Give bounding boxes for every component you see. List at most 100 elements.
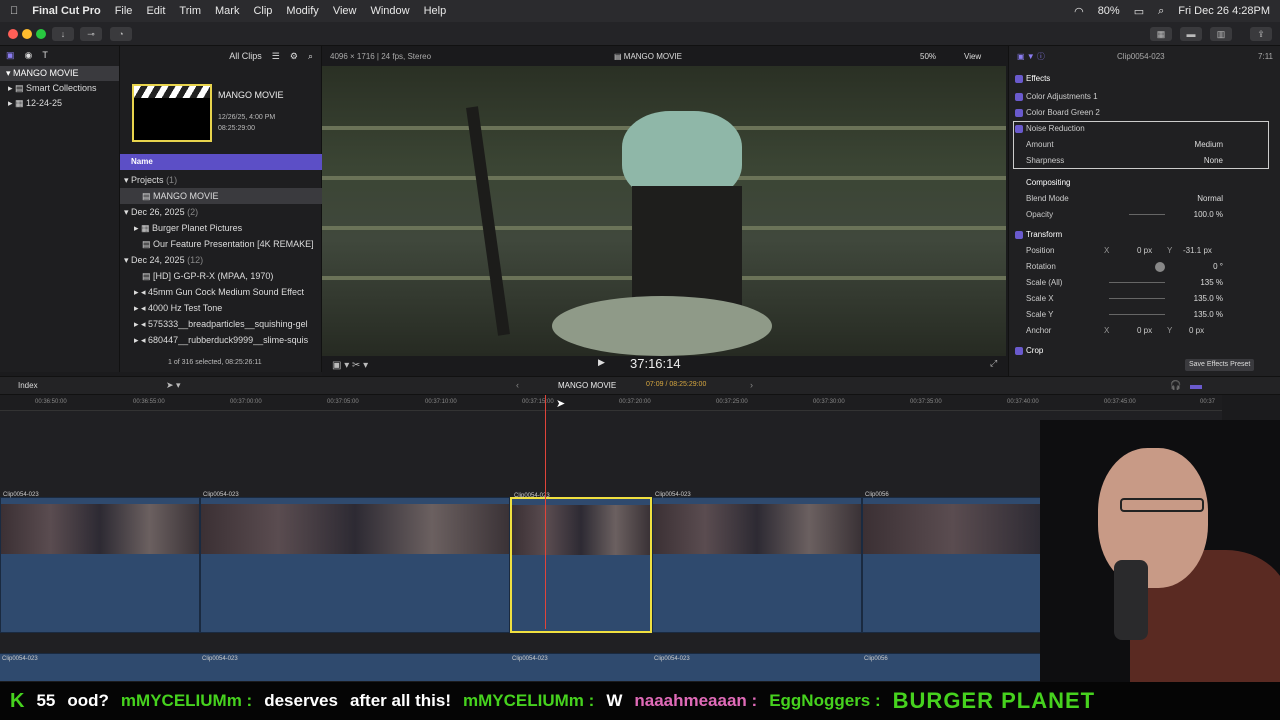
name-column-header[interactable]: Name <box>120 154 322 170</box>
group-projects[interactable]: ▾ Projects (1) <box>120 172 322 188</box>
scale-x-slider[interactable] <box>1109 298 1165 299</box>
audio-clip[interactable]: Clip0054-023 <box>200 653 510 681</box>
checkbox[interactable] <box>1015 347 1023 355</box>
checkbox[interactable] <box>1015 125 1023 133</box>
menu-modify[interactable]: Modify <box>286 5 318 17</box>
timecode-display[interactable]: 37:16:14 <box>630 356 681 371</box>
timeline-clip-selected[interactable]: Clip0054-023 <box>510 493 652 633</box>
effect-noise-reduction[interactable]: Noise Reduction <box>1009 121 1280 137</box>
effect-color-board[interactable]: Color Board Green 2 <box>1009 105 1280 121</box>
scale-all-value[interactable]: 135 % <box>1200 275 1223 291</box>
rotation-value[interactable]: 0 ° <box>1213 259 1223 275</box>
timeline-clip[interactable]: Clip0054-023 <box>0 492 200 633</box>
close-window-button[interactable] <box>8 29 18 39</box>
solo-icon[interactable] <box>1190 385 1202 389</box>
blend-mode-popup[interactable]: Normal <box>1197 191 1223 207</box>
select-tool-icon[interactable]: ➤ ▾ <box>166 380 181 391</box>
fullscreen-icon[interactable]: ⤢ <box>990 358 997 369</box>
amount-popup[interactable]: Medium <box>1195 137 1223 153</box>
battery-label[interactable]: 80% <box>1098 5 1120 17</box>
menu-edit[interactable]: Edit <box>146 5 165 17</box>
group-dec-24[interactable]: ▾ Dec 24, 2025 (12) <box>120 252 322 268</box>
list-item[interactable]: ▸ ◂ 4000 Hz Test Tone <box>120 300 322 316</box>
clock[interactable]: Fri Dec 26 4:28PM <box>1178 5 1270 17</box>
group-dec-26[interactable]: ▾ Dec 26, 2025 (2) <box>120 204 322 220</box>
playhead[interactable] <box>545 395 546 629</box>
menu-help[interactable]: Help <box>424 5 447 17</box>
menu-file[interactable]: File <box>115 5 133 17</box>
zoom-window-button[interactable] <box>36 29 46 39</box>
background-tasks-icon[interactable]: ◔ <box>110 27 132 41</box>
viewer-options-icon[interactable]: ▣ ▾ ✂ ▾ <box>332 360 368 371</box>
list-item[interactable]: ▸ ◂ 680447__rubberduck9999__slime-squis <box>120 332 322 348</box>
layout-inspector-icon[interactable]: ▥ <box>1210 27 1232 41</box>
project-thumbnail[interactable] <box>132 84 212 142</box>
share-icon[interactable]: ⇪ <box>1250 27 1272 41</box>
project-name-menu[interactable]: MANGO MOVIE <box>558 381 616 390</box>
save-effects-preset-button[interactable]: Save Effects Preset <box>1185 359 1255 371</box>
timeline[interactable]: Clip0054-023 Clip0054-023 Clip0054-023 C… <box>0 395 1222 681</box>
battery-icon[interactable]: ▭ <box>1134 5 1144 18</box>
list-item[interactable]: ▸ ◂ 45mm Gun Cock Medium Sound Effect <box>120 284 322 300</box>
photos-tab-icon[interactable]: ◉ <box>25 50 33 62</box>
menu-clip[interactable]: Clip <box>253 5 272 17</box>
menu-window[interactable]: Window <box>370 5 409 17</box>
opacity-slider[interactable] <box>1129 214 1165 215</box>
play-button[interactable]: ▶ <box>598 357 605 368</box>
effect-color-adjustments[interactable]: Color Adjustments 1 <box>1009 89 1280 105</box>
anchor-y-value[interactable]: 0 px <box>1189 323 1204 339</box>
audio-clip[interactable]: Clip0054-023 <box>0 653 200 681</box>
scale-y-slider[interactable] <box>1109 314 1165 315</box>
sidebar-item-smart-collections[interactable]: ▸ ▤ Smart Collections <box>0 81 119 96</box>
app-name-menu[interactable]: Final Cut Pro <box>32 5 100 17</box>
checkbox[interactable] <box>1015 109 1023 117</box>
timeline-clip[interactable]: Clip0054-023 <box>652 492 862 633</box>
index-button[interactable]: Index <box>18 381 38 390</box>
libraries-tab-icon[interactable]: ▣ <box>6 50 15 62</box>
checkbox[interactable] <box>1015 93 1023 101</box>
settings-icon[interactable]: ⚙ <box>290 51 298 62</box>
list-item[interactable]: ▤ [HD] G-GP-R-X (MPAA, 1970) <box>120 268 322 284</box>
sharpness-popup[interactable]: None <box>1204 153 1223 169</box>
sidebar-item-event[interactable]: ▸ ▦ 12-24-25 <box>0 96 119 111</box>
timeline-clip[interactable]: Clip0054-023 <box>200 492 510 633</box>
layout-browser-icon[interactable]: ▦ <box>1150 27 1172 41</box>
list-view-icon[interactable]: ☰ <box>272 51 280 62</box>
scale-x-value[interactable]: 135.0 % <box>1194 291 1223 307</box>
compositing-section[interactable]: Compositing <box>1009 175 1280 191</box>
zoom-menu[interactable]: 50% <box>920 52 936 61</box>
checkbox[interactable] <box>1015 75 1023 83</box>
menu-mark[interactable]: Mark <box>215 5 239 17</box>
list-item[interactable]: ▤ MANGO MOVIE <box>120 188 322 204</box>
video-frame[interactable] <box>322 66 1006 356</box>
position-y-value[interactable]: -31.1 px <box>1183 243 1212 259</box>
transform-section[interactable]: Transform <box>1009 227 1280 243</box>
position-x-value[interactable]: 0 px <box>1137 243 1152 259</box>
video-inspector-icon[interactable]: ▣ ▼ ⓘ <box>1017 49 1045 65</box>
list-item[interactable]: ▸ ▦ Burger Planet Pictures <box>120 220 322 236</box>
menu-view[interactable]: View <box>333 5 357 17</box>
checkbox[interactable] <box>1015 231 1023 239</box>
wifi-icon[interactable]: ◠ <box>1074 5 1084 18</box>
audio-clip[interactable]: Clip0054-023 <box>652 653 862 681</box>
anchor-x-value[interactable]: 0 px <box>1137 323 1152 339</box>
effects-section[interactable]: Effects <box>1009 71 1280 87</box>
import-icon[interactable]: ↓ <box>52 27 74 41</box>
forward-arrow-icon[interactable]: › <box>750 380 753 390</box>
clip-filter-menu[interactable]: All Clips <box>229 51 262 61</box>
timeline-ruler[interactable]: 00:36:50:00 00:36:55:00 00:37:00:00 00:3… <box>0 395 1222 411</box>
list-item[interactable]: ▸ ◂ 575333__breadparticles__squishing-ge… <box>120 316 322 332</box>
back-arrow-icon[interactable]: ‹ <box>516 380 519 390</box>
menu-trim[interactable]: Trim <box>179 5 201 17</box>
search-icon[interactable]: ⌕ <box>1158 5 1164 18</box>
scale-y-value[interactable]: 135.0 % <box>1194 307 1223 323</box>
rotation-dial[interactable] <box>1155 262 1165 272</box>
layout-timeline-icon[interactable]: ▬ <box>1180 27 1202 41</box>
opacity-value[interactable]: 100.0 % <box>1194 207 1223 223</box>
search-icon[interactable]: ⌕ <box>308 51 313 62</box>
audio-skimming-icon[interactable]: 🎧 <box>1170 380 1181 391</box>
titles-tab-icon[interactable]: T <box>42 50 48 62</box>
audio-clip[interactable]: Clip0054-023 <box>510 653 652 681</box>
apple-icon[interactable]:  <box>10 5 18 17</box>
view-menu[interactable]: View <box>964 52 981 61</box>
